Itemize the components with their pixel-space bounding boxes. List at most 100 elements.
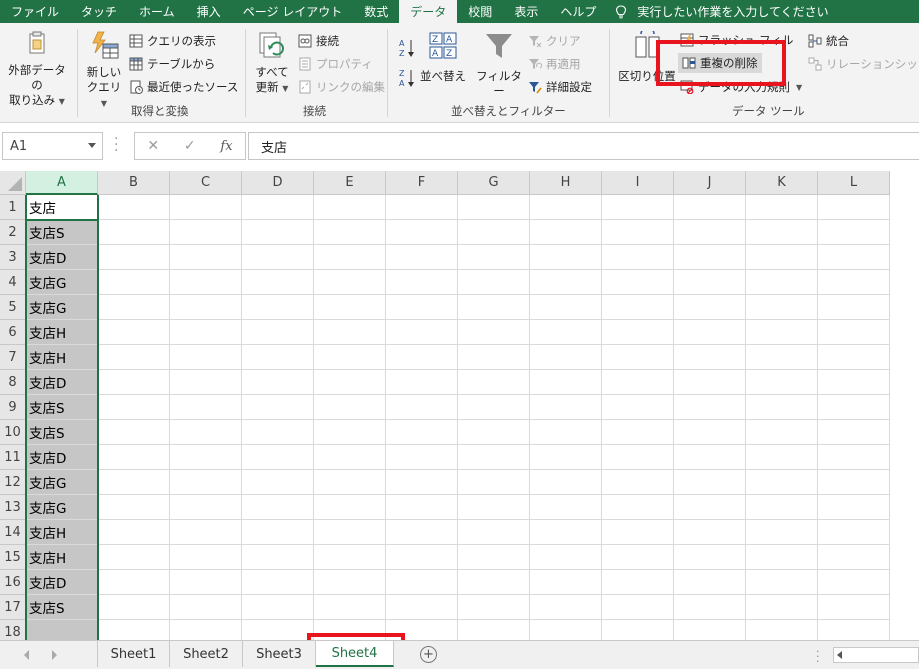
cancel-icon[interactable]: ✕ [147,138,159,154]
name-box-dropdown-icon[interactable] [88,143,96,148]
cell[interactable] [674,220,746,245]
cell[interactable] [458,495,530,520]
cell[interactable] [530,345,602,370]
cell[interactable] [458,470,530,495]
column-header-j[interactable]: J [674,171,746,195]
cell[interactable] [386,370,458,395]
cell[interactable] [458,545,530,570]
column-header-b[interactable]: B [98,171,170,195]
cell[interactable] [170,545,242,570]
cell[interactable] [458,370,530,395]
row-header[interactable]: 17 [0,595,26,620]
tab-review[interactable]: 校閲 [457,0,503,23]
cell[interactable] [386,595,458,620]
cell[interactable] [314,420,386,445]
cell[interactable] [98,245,170,270]
show-queries-button[interactable]: クエリの表示 [129,33,216,49]
cell[interactable] [674,295,746,320]
column-header-i[interactable]: I [602,171,674,195]
cell[interactable] [458,595,530,620]
tab-help[interactable]: ヘルプ [549,0,607,23]
cell-a[interactable]: 支店H [26,320,98,345]
tab-home[interactable]: ホーム [128,0,186,23]
cell-a[interactable]: 支店H [26,520,98,545]
cell[interactable] [674,370,746,395]
advanced-filter-button[interactable]: 詳細設定 [528,79,592,95]
cell[interactable] [242,470,314,495]
cell[interactable] [458,520,530,545]
tab-view[interactable]: 表示 [503,0,549,23]
tab-file[interactable]: ファイル [0,0,70,23]
cell[interactable] [314,295,386,320]
consolidate-button[interactable]: 統合 [808,33,849,49]
sort-descending-button[interactable]: Z A [398,67,416,89]
row-header[interactable]: 9 [0,395,26,420]
cell[interactable] [98,620,170,640]
cell[interactable] [314,595,386,620]
cell[interactable] [602,620,674,640]
cell[interactable] [98,570,170,595]
cell[interactable] [674,270,746,295]
cell[interactable] [170,295,242,320]
cell[interactable] [746,620,818,640]
cell[interactable] [98,320,170,345]
cell[interactable] [746,195,818,220]
name-box[interactable]: A1 [2,132,103,160]
cell-a[interactable]: 支店H [26,345,98,370]
cell[interactable] [674,495,746,520]
next-sheet-arrow-icon[interactable] [52,650,57,660]
cell[interactable] [314,220,386,245]
column-header-l[interactable]: L [818,171,890,195]
cell[interactable] [242,345,314,370]
cell[interactable] [314,495,386,520]
cell[interactable] [170,345,242,370]
cell[interactable] [314,370,386,395]
cell[interactable] [818,395,890,420]
cell[interactable] [170,270,242,295]
cell[interactable] [818,495,890,520]
data-validation-button[interactable]: データの入力規則 ▼ [680,79,802,95]
cell[interactable] [170,195,242,220]
cell[interactable] [746,270,818,295]
cell[interactable] [602,370,674,395]
cell[interactable] [746,570,818,595]
cell[interactable] [674,520,746,545]
cell[interactable] [674,395,746,420]
column-header-a[interactable]: A [26,171,98,195]
cell[interactable] [746,495,818,520]
row-header[interactable]: 11 [0,445,26,470]
cell[interactable] [674,620,746,640]
cell-a[interactable]: 支店G [26,295,98,320]
cell[interactable] [170,495,242,520]
cell[interactable] [458,345,530,370]
cell[interactable] [242,445,314,470]
cell[interactable] [674,195,746,220]
cell[interactable] [746,470,818,495]
cell[interactable] [242,620,314,640]
cell[interactable] [602,395,674,420]
cell[interactable] [242,220,314,245]
cell[interactable] [530,295,602,320]
cell[interactable] [674,445,746,470]
cell[interactable] [386,220,458,245]
cell[interactable] [602,195,674,220]
cell[interactable] [314,395,386,420]
cell[interactable] [98,545,170,570]
cell[interactable] [386,495,458,520]
cell[interactable] [602,595,674,620]
cell[interactable] [314,620,386,640]
cell[interactable] [170,420,242,445]
horizontal-scrollbar[interactable] [833,647,919,663]
cell-a[interactable]: 支店S [26,395,98,420]
cell[interactable] [386,345,458,370]
cell[interactable] [530,470,602,495]
tab-split-grip-icon[interactable]: · · · [816,646,820,667]
cell-a[interactable] [26,620,98,640]
row-header[interactable]: 13 [0,495,26,520]
cell[interactable] [314,445,386,470]
cell[interactable] [818,245,890,270]
cell[interactable] [314,545,386,570]
insert-function-icon[interactable]: fx [220,139,232,154]
cell[interactable] [530,220,602,245]
column-header-g[interactable]: G [458,171,530,195]
